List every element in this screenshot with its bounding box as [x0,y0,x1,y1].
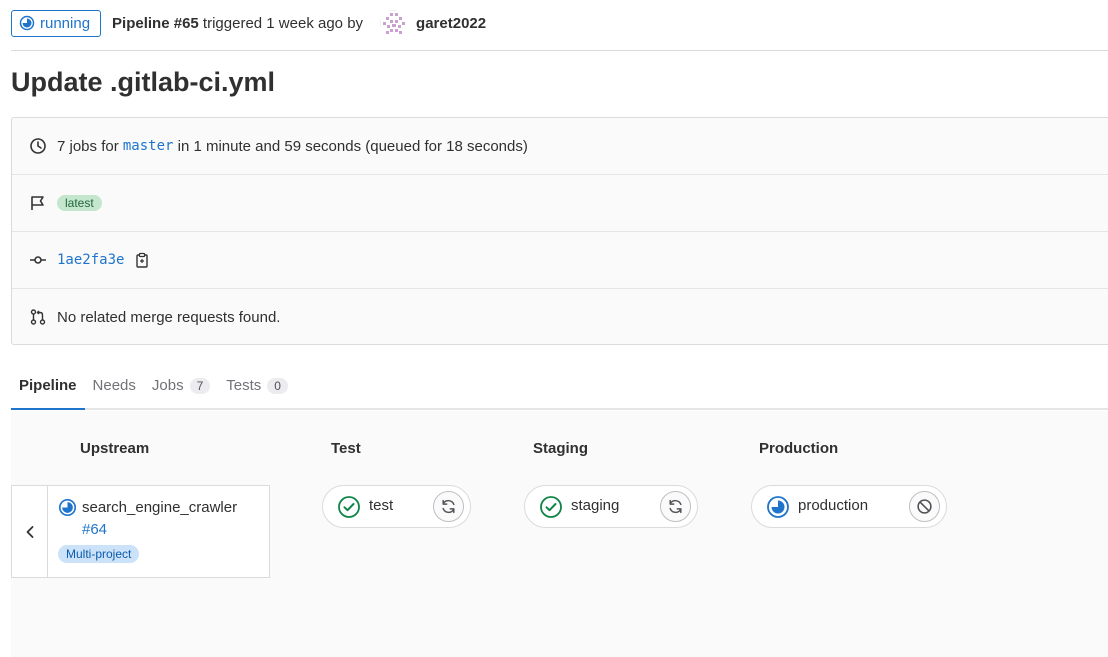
tab-label: Needs [92,377,136,394]
upstream-project-name: search_engine_crawler [82,499,238,516]
multi-project-badge: Multi-project [58,545,140,563]
tab-label: Pipeline [19,377,77,394]
stage-title-production: Production [759,440,839,457]
status-running-icon [58,498,77,517]
pipeline-info-card: 7 jobs for master in 1 minute and 59 sec… [11,117,1108,345]
cancel-icon [917,499,932,514]
pipeline-status-label: running [40,14,91,32]
cancel-job-button[interactable] [909,491,940,522]
triggered-text: triggered 1 week ago by [198,14,364,32]
tab-pipeline[interactable]: Pipeline [11,370,85,410]
merge-request-icon [28,308,48,326]
job-name: test [369,497,394,514]
pipeline-tabs: Pipeline Needs Jobs 7 Tests 0 [11,370,1108,410]
pipeline-status-badge[interactable]: running [11,9,102,37]
jobs-summary-suffix: in 1 minute and 59 seconds (queued for 1… [173,137,528,155]
merge-requests-row: No related merge requests found. [12,289,1108,345]
commit-icon [28,251,48,269]
commit-row: 1ae2fa3e [12,232,1108,289]
copy-sha-button[interactable] [134,252,150,268]
retry-icon [669,499,682,514]
pipeline-graph: Upstream Test Staging Production search_… [11,411,1108,657]
stage-title-staging: Staging [533,440,588,457]
stage-title-upstream: Upstream [80,440,150,457]
header-divider [11,50,1108,51]
upstream-pipeline-body: search_engine_crawler #64 Multi-project [58,498,237,563]
retry-job-button[interactable] [433,491,464,522]
page-title: Update .gitlab-ci.yml [11,67,276,97]
chevron-left-icon [26,525,33,538]
jobs-summary-row: 7 jobs for master in 1 minute and 59 sec… [12,118,1108,175]
clipboard-icon [136,252,149,268]
tab-tests[interactable]: Tests 0 [218,370,296,408]
upstream-pipeline-link[interactable]: #64 [82,521,237,538]
trigger-username[interactable]: garet2022 [416,15,486,32]
job-name: staging [571,497,620,514]
avatar[interactable] [380,10,408,37]
tab-label: Jobs [151,377,184,394]
clock-icon [28,137,48,155]
expand-upstream-button[interactable] [12,486,48,577]
job-production[interactable]: production [751,485,947,528]
job-test[interactable]: test [322,485,471,528]
retry-job-button[interactable] [660,491,691,522]
status-running-icon [766,495,790,519]
pipeline-id: Pipeline #65 [112,14,199,32]
upstream-pipeline-card: search_engine_crawler #64 Multi-project [11,485,270,578]
jobs-count-badge: 7 [189,378,211,394]
stage-title-test: Test [331,440,361,457]
pipeline-trigger-info: Pipeline #65 triggered 1 week ago by [112,15,363,32]
status-success-icon [337,495,361,519]
retry-icon [442,499,455,514]
upstream-project[interactable]: search_engine_crawler [58,498,237,517]
flag-icon [28,194,48,212]
jobs-summary-prefix: 7 jobs for [57,137,123,155]
job-name: production [798,497,869,514]
branch-link[interactable]: master [123,138,174,154]
latest-badge: latest [57,195,102,211]
commit-sha-link[interactable]: 1ae2fa3e [57,252,124,268]
tab-jobs[interactable]: Jobs 7 [144,370,218,408]
merge-requests-text: No related merge requests found. [57,308,281,326]
job-staging[interactable]: staging [524,485,698,528]
tab-label: Tests [226,377,262,394]
badges-row: latest [12,175,1108,232]
pipeline-header: running Pipeline #65 triggered 1 week ag… [11,8,1108,38]
status-success-icon [539,495,563,519]
tab-needs[interactable]: Needs [85,370,144,408]
tests-count-badge: 0 [267,378,288,394]
status-running-icon [19,15,35,31]
